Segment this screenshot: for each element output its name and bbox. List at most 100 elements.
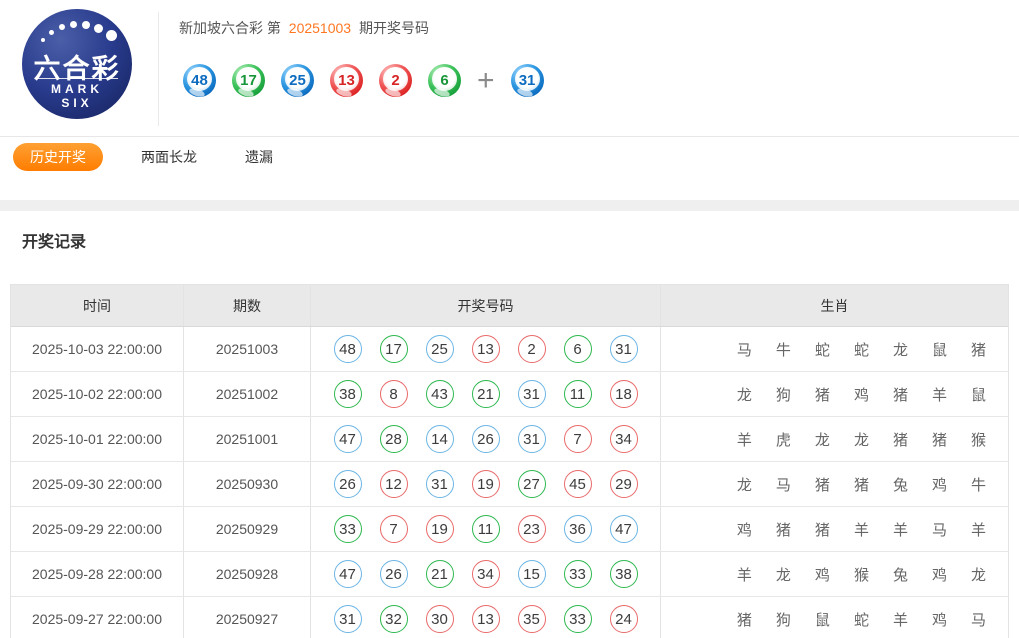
number-circle: 7 [380,515,408,543]
lottery-ball: 13 [330,64,363,97]
tab-2[interactable]: 遗漏 [235,143,283,171]
zodiac-sign: 鸡 [815,564,830,585]
special-lottery-ball: 31 [511,64,544,97]
number-circle: 15 [518,560,546,588]
zodiac-sign: 羊 [932,384,947,405]
draw-title-prefix: 新加坡六合彩 第 [179,20,281,36]
logo-dot [94,24,103,33]
draw-time-cell: 2025-10-03 22:00:00 [11,327,184,371]
tab-0[interactable]: 历史开奖 [13,143,103,171]
number-circle: 12 [380,470,408,498]
table-row: 2025-10-02 22:00:00202510023884321311118… [11,372,1008,417]
number-circle: 8 [380,380,408,408]
number-circle: 48 [334,335,362,363]
column-header: 期数 [184,285,311,326]
number-circle: 33 [334,515,362,543]
zodiac-sign: 蛇 [854,609,869,630]
number-circle: 26 [334,470,362,498]
zodiac-sign: 猪 [815,519,830,540]
zodiac-cell: 龙马猪猪兔鸡牛 [661,462,1008,506]
number-circle: 30 [426,605,454,633]
zodiac-sign: 龙 [854,429,869,450]
number-circle: 33 [564,605,592,633]
zodiac-sign: 兔 [893,564,908,585]
number-circle: 38 [334,380,362,408]
draw-numbers-cell: 31323013353324 [311,597,661,638]
number-circle: 31 [610,335,638,363]
draw-period-cell: 20251002 [184,372,311,416]
section-title: 开奖记录 [22,228,1019,252]
draw-period-cell: 20251001 [184,417,311,461]
zodiac-sign: 狗 [776,609,791,630]
lottery-ball-number: 48 [191,72,208,89]
tab-1[interactable]: 两面长龙 [131,143,207,171]
number-circle: 26 [472,425,500,453]
zodiac-cell: 猪狗鼠蛇羊鸡马 [661,597,1008,638]
zodiac-sign: 羊 [854,519,869,540]
number-circle: 34 [472,560,500,588]
zodiac-sign: 羊 [737,564,752,585]
zodiac-sign: 猴 [854,564,869,585]
zodiac-sign: 猪 [893,429,908,450]
number-circle: 24 [610,605,638,633]
zodiac-sign: 猪 [893,384,908,405]
lottery-ball: 48 [183,64,216,97]
zodiac-sign: 龙 [893,339,908,360]
zodiac-sign: 鸡 [932,609,947,630]
zodiac-sign: 龙 [815,429,830,450]
draw-records-table: 时间期数开奖号码生肖2025-10-03 22:00:0020251003481… [10,284,1009,638]
plus-separator: + [477,64,495,97]
zodiac-sign: 猪 [737,609,752,630]
draw-numbers-cell: 3371911233647 [311,507,661,551]
draw-time-cell: 2025-10-01 22:00:00 [11,417,184,461]
zodiac-sign: 鼠 [815,609,830,630]
number-circle: 31 [426,470,454,498]
lottery-ball: 25 [281,64,314,97]
zodiac-sign: 牛 [776,339,791,360]
draw-numbers-cell: 481725132631 [311,327,661,371]
winning-balls: 4817251326+31 [183,64,544,97]
zodiac-sign: 虎 [776,429,791,450]
number-circle: 45 [564,470,592,498]
mark-six-logo: 六合彩 MARK SIX [22,9,132,119]
zodiac-sign: 鼠 [971,384,986,405]
number-circle: 47 [334,425,362,453]
number-circle: 28 [380,425,408,453]
zodiac-sign: 猪 [776,519,791,540]
draw-period-cell: 20250930 [184,462,311,506]
zodiac-sign: 马 [737,339,752,360]
table-row: 2025-09-30 22:00:00202509302612311927452… [11,462,1008,507]
number-circle: 33 [564,560,592,588]
table-row: 2025-10-03 22:00:0020251003481725132631 马… [11,327,1008,372]
zodiac-sign: 猪 [971,339,986,360]
number-circle: 27 [518,470,546,498]
number-circle: 34 [610,425,638,453]
table-row: 2025-09-29 22:00:00202509293371911233647… [11,507,1008,552]
zodiac-sign: 猪 [932,429,947,450]
number-circle: 31 [518,380,546,408]
site-header: 六合彩 MARK SIX 新加坡六合彩 第 20251003 期开奖号码 48 1… [0,0,1019,137]
number-circle: 31 [334,605,362,633]
draw-time-cell: 2025-09-28 22:00:00 [11,552,184,596]
draw-period-cell: 20251003 [184,327,311,371]
zodiac-sign: 龙 [737,474,752,495]
header-divider [158,12,159,126]
zodiac-sign: 龙 [737,384,752,405]
logo-dot [70,21,77,28]
number-circle: 47 [334,560,362,588]
number-circle: 14 [426,425,454,453]
column-header: 时间 [11,285,184,326]
draw-title: 新加坡六合彩 第 20251003 期开奖号码 [179,18,429,38]
column-header: 开奖号码 [311,285,661,326]
lottery-ball-number: 17 [240,72,257,89]
zodiac-sign: 鸡 [932,564,947,585]
number-circle: 29 [610,470,638,498]
draw-period-cell: 20250929 [184,507,311,551]
zodiac-sign: 羊 [893,609,908,630]
number-circle: 43 [426,380,454,408]
lottery-ball: 17 [232,64,265,97]
draw-time-cell: 2025-09-27 22:00:00 [11,597,184,638]
number-circle: 11 [472,515,500,543]
number-circle: 18 [610,380,638,408]
number-circle: 47 [610,515,638,543]
